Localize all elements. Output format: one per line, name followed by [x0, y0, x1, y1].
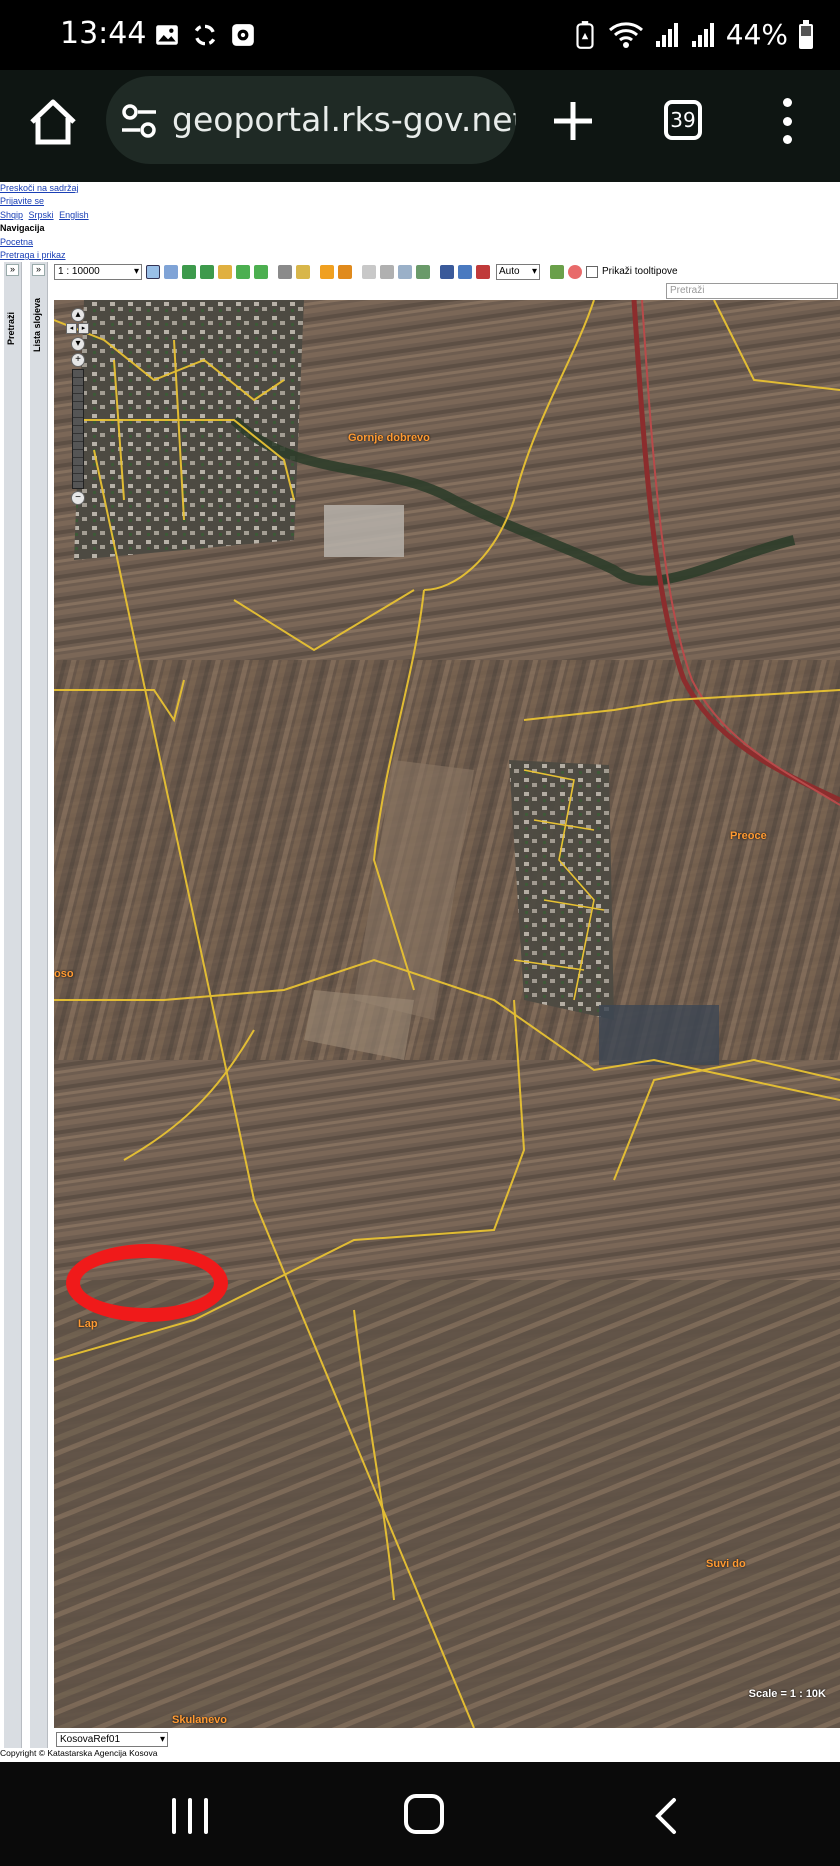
- layers-panel-label: Lista slojeva: [32, 298, 42, 353]
- map-view[interactable]: ▴ ◂ ▸ ▾ + − Gornje dobrevo Preoce oso La…: [54, 300, 840, 1728]
- address-bar[interactable]: geoportal.rks-gov.net: [106, 76, 516, 164]
- status-notification-icons: [154, 22, 256, 48]
- full-extent-icon[interactable]: [182, 264, 196, 279]
- layers-icon[interactable]: [440, 264, 454, 279]
- signal-icon: [691, 22, 714, 47]
- recent-apps-icon[interactable]: [172, 1798, 208, 1834]
- scale-select[interactable]: 1 : 10000: [54, 263, 142, 280]
- satellite-map: [54, 300, 840, 1728]
- stop-icon[interactable]: [568, 264, 582, 279]
- pan-down-icon[interactable]: ▾: [71, 337, 85, 351]
- web-page: Preskoči na sadržaj Prijavite se Shqip S…: [0, 182, 840, 1762]
- pan-tool-icon[interactable]: [146, 264, 160, 279]
- zoom-control: ▴ ◂ ▸ ▾ + −: [66, 308, 90, 507]
- sync-icon: [194, 24, 216, 46]
- url-text: geoportal.rks-gov.net: [172, 100, 516, 139]
- map-label-suvi-do: Suvi do: [706, 1558, 746, 1570]
- map-scale-text: Scale = 1 : 10K: [748, 1688, 826, 1700]
- map-label-preoce: Preoce: [730, 830, 767, 842]
- tooltips-checkbox[interactable]: [586, 265, 598, 278]
- clear-selection-icon[interactable]: [398, 264, 412, 279]
- expand-layers-icon[interactable]: »: [32, 264, 45, 276]
- search-side-panel[interactable]: » Pretraži: [4, 262, 22, 1748]
- measure-icon[interactable]: [416, 264, 430, 279]
- lang-srpski-link[interactable]: Srpski: [29, 210, 54, 220]
- status-bar: 13:44 44%: [0, 0, 840, 70]
- skip-link[interactable]: Preskoči na sadržaj: [0, 182, 92, 195]
- search-panel-label: Pretraži: [6, 312, 16, 346]
- print-icon[interactable]: [278, 264, 292, 279]
- home-nav-icon[interactable]: [404, 1794, 444, 1834]
- layers-side-panel[interactable]: » Lista slojeva: [30, 262, 48, 1748]
- wifi-icon: [608, 21, 643, 48]
- map-search-input[interactable]: Pretraži: [666, 283, 838, 299]
- login-link[interactable]: Prijavite se: [0, 195, 92, 208]
- pan-up-icon[interactable]: ▴: [71, 308, 85, 322]
- forward-arrow-icon[interactable]: [254, 264, 268, 279]
- search-view-link[interactable]: Pretraga i prikaz: [0, 249, 92, 262]
- lang-english-link[interactable]: English: [59, 210, 89, 220]
- map-label-lap: Lap: [78, 1318, 98, 1330]
- home-extent-icon[interactable]: [218, 264, 232, 279]
- zoom-in-icon[interactable]: +: [71, 353, 85, 367]
- battery-saver-icon: [576, 20, 594, 49]
- map-toolbar: 1 : 10000 Auto Prikaži tooltipove: [54, 262, 840, 281]
- tooltips-label: Prikaži tooltipove: [602, 266, 678, 277]
- copyright-text: Copyright © Katastarska Agencija Kosova: [0, 1748, 158, 1758]
- draw-pen-icon[interactable]: [550, 264, 564, 279]
- highlight-oval: [66, 1244, 228, 1322]
- zoom-out-extent-icon[interactable]: [200, 264, 214, 279]
- map-label-skulanevo: Skulanevo: [172, 1714, 228, 1726]
- recorder-icon: [232, 24, 254, 46]
- home-icon[interactable]: [24, 94, 82, 152]
- tab-switcher-button[interactable]: 39: [664, 100, 702, 140]
- image-icon: [156, 25, 178, 45]
- map-label-left-edge: oso: [54, 968, 74, 980]
- status-right: 44%: [572, 18, 814, 51]
- base-layer-select[interactable]: KosovaRef01: [56, 1732, 168, 1747]
- language-links: Shqip Srpski English: [0, 209, 92, 222]
- back-arrow-icon[interactable]: [236, 264, 250, 279]
- tooltip-icon[interactable]: [320, 264, 334, 279]
- back-icon[interactable]: [650, 1796, 680, 1836]
- battery-icon: [799, 19, 813, 49]
- select-arrow-icon[interactable]: [362, 264, 376, 279]
- pan-left-icon[interactable]: ◂: [66, 323, 77, 334]
- battery-percent: 44%: [725, 18, 788, 51]
- signal-icon: [655, 22, 678, 47]
- select-box-icon[interactable]: [380, 264, 394, 279]
- system-nav-bar: [0, 1762, 840, 1866]
- export-icon[interactable]: [296, 264, 310, 279]
- identify-icon[interactable]: [338, 264, 352, 279]
- pan-right-icon[interactable]: ▸: [78, 323, 89, 334]
- zoom-slider[interactable]: [72, 369, 84, 489]
- map-tools-icon[interactable]: [458, 264, 472, 279]
- lang-shqip-link[interactable]: Shqip: [0, 210, 23, 220]
- new-tab-icon[interactable]: [548, 96, 598, 146]
- browser-toolbar: geoportal.rks-gov.net 39: [0, 70, 840, 182]
- status-time: 13:44: [60, 16, 147, 51]
- map-label-gornje-dobrevo: Gornje dobrevo: [348, 432, 430, 444]
- zoom-out-icon[interactable]: −: [71, 491, 85, 505]
- auto-select[interactable]: Auto: [496, 263, 540, 280]
- nav-heading: Navigacija: [0, 223, 45, 234]
- more-menu-icon[interactable]: [782, 98, 792, 144]
- pan-controls: ◂ ▸: [66, 323, 90, 334]
- site-settings-icon[interactable]: [120, 104, 160, 138]
- zoom-box-icon[interactable]: [164, 264, 178, 279]
- top-links: Preskoči na sadržaj Prijavite se Shqip S…: [0, 182, 92, 262]
- expand-search-icon[interactable]: »: [6, 264, 19, 276]
- home-link[interactable]: Pocetna: [0, 236, 92, 249]
- map-footer: KosovaRef01: [54, 1730, 840, 1748]
- remove-map-icon[interactable]: [476, 264, 490, 279]
